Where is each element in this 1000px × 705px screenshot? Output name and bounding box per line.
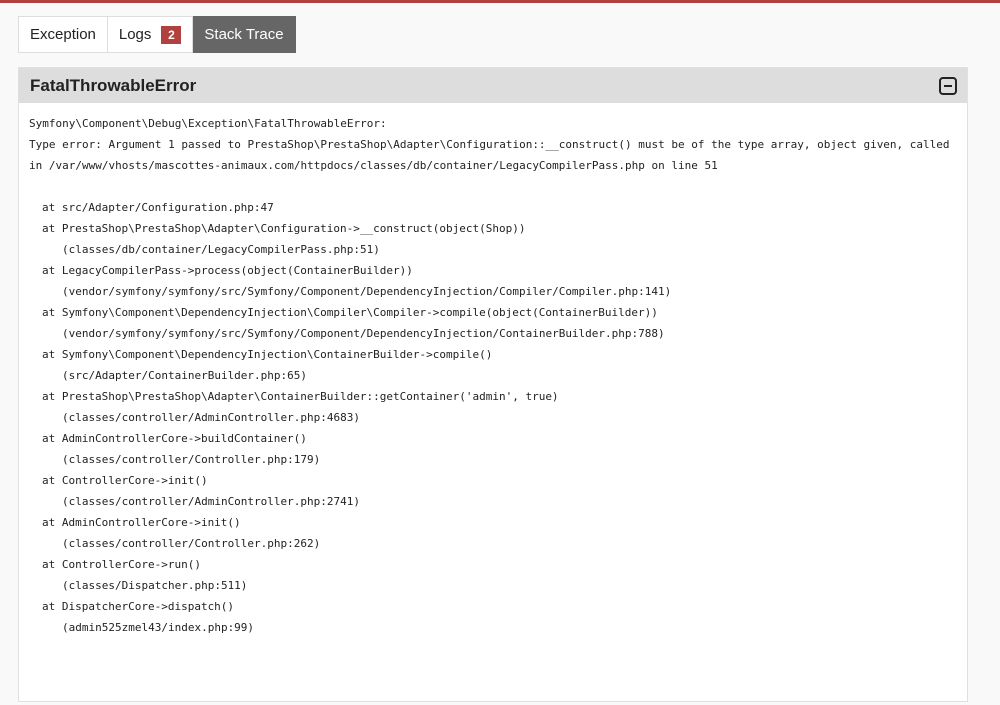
tab-exception[interactable]: Exception <box>18 16 108 53</box>
stack-frame-call: at AdminControllerCore->init() <box>42 516 241 529</box>
tab-logs-label: Logs <box>118 26 152 43</box>
exception-panel: FatalThrowableError Symfony\Component\De… <box>18 67 968 702</box>
stack-frame-file: (vendor/symfony/symfony/src/Symfony/Comp… <box>62 327 665 340</box>
tab-exception-label: Exception <box>30 26 96 43</box>
stack-frame-call: at DispatcherCore->dispatch() <box>42 600 235 613</box>
stack-frame-file: (classes/controller/Controller.php:262) <box>62 537 321 550</box>
tab-logs[interactable]: Logs 2 <box>107 16 194 53</box>
stack-frame-call: at PrestaShop\PrestaShop\Adapter\Configu… <box>42 222 526 235</box>
stack-frame-call: at Symfony\Component\DependencyInjection… <box>42 348 493 361</box>
panel-header: FatalThrowableError <box>19 68 967 103</box>
tab-bar: Exception Logs 2 Stack Trace <box>18 16 296 53</box>
stack-frame-call: at Symfony\Component\DependencyInjection… <box>42 306 658 319</box>
stack-frame-file: (admin525zmel43/index.php:99) <box>62 621 255 634</box>
stack-frame-file: (vendor/symfony/symfony/src/Symfony/Comp… <box>62 285 672 298</box>
stack-frame-file: (classes/controller/AdminController.php:… <box>62 495 361 508</box>
trace-body: Symfony\Component\Debug\Exception\FatalT… <box>19 103 967 638</box>
stack-frame-call: at PrestaShop\PrestaShop\Adapter\Contain… <box>42 390 559 403</box>
tab-stack-trace-label: Stack Trace <box>204 26 284 43</box>
stack-frame-call: at LegacyCompilerPass->process(object(Co… <box>42 264 413 277</box>
stack-frame-call: at ControllerCore->run() <box>42 558 201 571</box>
stack-frame-call: at src/Adapter/Configuration.php:47 <box>42 201 274 214</box>
stack-frame-call: at ControllerCore->init() <box>42 474 208 487</box>
stack-frame-file: (classes/controller/AdminController.php:… <box>62 411 361 424</box>
exception-message-line-1: Type error: Argument 1 passed to PrestaS… <box>29 138 950 151</box>
stack-frame-file: (classes/controller/Controller.php:179) <box>62 453 321 466</box>
stack-frame-file: (src/Adapter/ContainerBuilder.php:65) <box>62 369 308 382</box>
exception-class: Symfony\Component\Debug\Exception\FatalT… <box>29 117 387 130</box>
stack-frame-call: at AdminControllerCore->buildContainer() <box>42 432 307 445</box>
top-accent-bar <box>0 0 1000 3</box>
stack-frame-file: (classes/Dispatcher.php:511) <box>62 579 248 592</box>
collapse-minus-icon[interactable] <box>939 76 957 95</box>
stack-frames: at src/Adapter/Configuration.php:47 at P… <box>29 197 957 638</box>
logs-count-badge: 2 <box>161 25 182 44</box>
tab-stack-trace[interactable]: Stack Trace <box>193 16 296 53</box>
stack-frame-file: (classes/db/container/LegacyCompilerPass… <box>62 243 380 256</box>
exception-message-line-2: in /var/www/vhosts/mascottes-animaux.com… <box>29 159 718 172</box>
exception-title: FatalThrowableError <box>30 75 197 95</box>
